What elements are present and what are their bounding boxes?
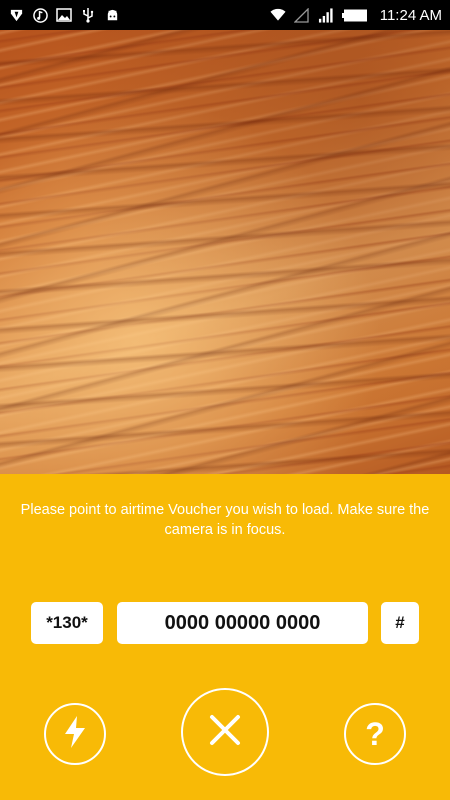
scan-instructions: Please point to airtime Voucher you wish… — [20, 502, 430, 538]
ussd-prefix: *130* — [31, 602, 103, 644]
question-icon: ? — [365, 715, 385, 752]
wifi-icon — [270, 7, 286, 23]
app-icon — [8, 7, 24, 23]
voucher-number-field[interactable]: 0000 00000 0000 — [117, 602, 368, 644]
signal-icon — [318, 7, 334, 23]
help-button[interactable]: ? — [344, 703, 406, 765]
ussd-suffix: # — [381, 602, 419, 644]
status-bar: 11:24 AM — [0, 0, 450, 30]
image-icon — [56, 7, 72, 23]
cancel-button[interactable] — [181, 688, 269, 776]
music-icon — [32, 7, 48, 23]
ussd-code-row: *130* 0000 00000 0000 # — [31, 602, 419, 644]
status-time: 11:24 AM — [379, 6, 442, 24]
status-system-icons: 11:24 AM — [270, 7, 442, 24]
android-icon — [104, 7, 120, 23]
camera-preview — [0, 30, 450, 474]
scanner-panel: Please point to airtime Voucher you wish… — [0, 474, 450, 800]
camera-preview-texture — [0, 30, 450, 474]
usb-icon — [80, 7, 96, 23]
signal-empty-icon — [294, 7, 310, 23]
close-icon — [208, 713, 242, 752]
battery-icon — [341, 7, 368, 23]
flash-button[interactable] — [44, 703, 106, 765]
flash-icon — [62, 715, 88, 754]
status-notification-icons — [8, 7, 120, 23]
